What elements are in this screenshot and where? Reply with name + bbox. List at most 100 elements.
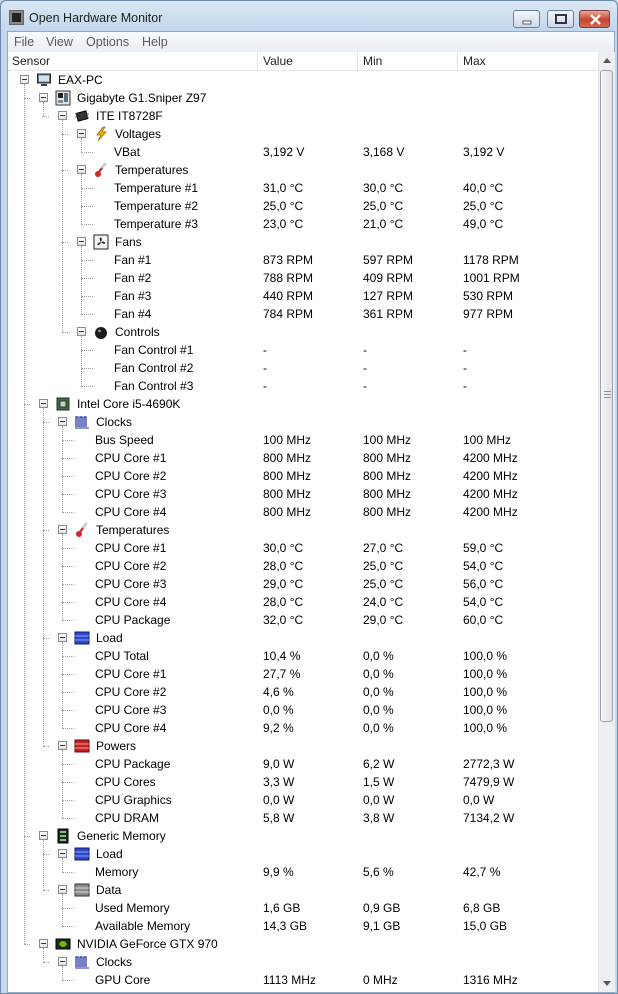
sensor-row[interactable]: CPU Core #3 800 MHz 800 MHz 4200 MHz xyxy=(8,485,598,503)
sensor-row[interactable]: CPU Core #4 800 MHz 800 MHz 4200 MHz xyxy=(8,503,598,521)
tree-node[interactable]: Clocks xyxy=(8,953,598,971)
collapse-toggle[interactable] xyxy=(39,93,48,102)
sensor-row[interactable]: CPU Core #1 27,7 % 0,0 % 100,0 % xyxy=(8,665,598,683)
sensor-value: 800 MHz xyxy=(263,469,312,483)
tree-node[interactable]: Load xyxy=(8,629,598,647)
sensor-row[interactable]: Temperature #2 25,0 °C 25,0 °C 25,0 °C xyxy=(8,197,598,215)
column-divider[interactable] xyxy=(457,52,458,70)
sensor-row[interactable]: Available Memory 14,3 GB 9,1 GB 15,0 GB xyxy=(8,917,598,935)
sensor-row[interactable]: Used Memory 1,6 GB 0,9 GB 6,8 GB xyxy=(8,899,598,917)
collapse-toggle[interactable] xyxy=(20,75,29,84)
sensor-row[interactable]: CPU Core #4 28,0 °C 24,0 °C 54,0 °C xyxy=(8,593,598,611)
collapse-toggle[interactable] xyxy=(77,129,86,138)
tree-node[interactable]: Temperatures xyxy=(8,161,598,179)
header-sensor[interactable]: Sensor xyxy=(12,54,50,68)
tree-node[interactable]: EAX-PC xyxy=(8,71,598,89)
collapse-toggle[interactable] xyxy=(58,417,67,426)
sensor-row[interactable]: VBat 3,192 V 3,168 V 3,192 V xyxy=(8,143,598,161)
sensor-value: 0,0 % xyxy=(263,703,294,717)
sensor-max: 49,0 °C xyxy=(463,217,504,231)
header-min[interactable]: Min xyxy=(363,54,382,68)
collapse-toggle[interactable] xyxy=(39,831,48,840)
menu-help[interactable]: Help xyxy=(142,35,168,49)
sensor-row[interactable]: CPU Package 9,0 W 6,2 W 2772,3 W xyxy=(8,755,598,773)
collapse-toggle[interactable] xyxy=(77,237,86,246)
tree-node[interactable]: Load xyxy=(8,845,598,863)
sensor-row[interactable]: CPU Core #1 30,0 °C 27,0 °C 59,0 °C xyxy=(8,539,598,557)
header-max[interactable]: Max xyxy=(463,54,486,68)
tree-node[interactable]: Data xyxy=(8,881,598,899)
sensor-row[interactable]: Temperature #1 31,0 °C 30,0 °C 40,0 °C xyxy=(8,179,598,197)
sensor-max: 54,0 °C xyxy=(463,595,504,609)
menu-file[interactable]: File xyxy=(14,35,34,49)
tree-node[interactable]: ITE IT8728F xyxy=(8,107,598,125)
tree-node[interactable]: Voltages xyxy=(8,125,598,143)
sensor-tree[interactable]: EAX-PC Gigabyte G1.Sniper Z97 ITE IT8728F V… xyxy=(8,71,598,992)
sensor-name: CPU Core #4 xyxy=(95,721,167,735)
scrollbar-thumb[interactable] xyxy=(600,70,613,722)
collapse-toggle[interactable] xyxy=(39,939,48,948)
sensor-row[interactable]: CPU Core #2 4,6 % 0,0 % 100,0 % xyxy=(8,683,598,701)
sensor-min: 800 MHz xyxy=(363,469,412,483)
sensor-row[interactable]: Fan #2 788 RPM 409 RPM 1001 RPM xyxy=(8,269,598,287)
tree-node[interactable]: Controls xyxy=(8,323,598,341)
sensor-row[interactable]: CPU Total 10,4 % 0,0 % 100,0 % xyxy=(8,647,598,665)
tree-node[interactable]: Clocks xyxy=(8,413,598,431)
collapse-toggle[interactable] xyxy=(58,957,67,966)
column-divider[interactable] xyxy=(357,52,358,70)
tree-node[interactable]: Gigabyte G1.Sniper Z97 xyxy=(8,89,598,107)
maximize-button[interactable] xyxy=(547,10,574,28)
sensor-row[interactable]: CPU Cores 3,3 W 1,5 W 7479,9 W xyxy=(8,773,598,791)
sensor-row[interactable]: CPU DRAM 5,8 W 3,8 W 7134,2 W xyxy=(8,809,598,827)
collapse-toggle[interactable] xyxy=(39,399,48,408)
tree-node[interactable]: Generic Memory xyxy=(8,827,598,845)
sensor-row[interactable]: CPU Core #1 800 MHz 800 MHz 4200 MHz xyxy=(8,449,598,467)
tree-node[interactable]: NVIDIA GeForce GTX 970 xyxy=(8,935,598,953)
sensor-value: 29,0 °C xyxy=(263,577,304,591)
column-divider[interactable] xyxy=(257,52,258,70)
minimize-button[interactable] xyxy=(513,10,540,28)
sensor-row[interactable]: CPU Graphics 0,0 W 0,0 W 0,0 W xyxy=(8,791,598,809)
collapse-toggle[interactable] xyxy=(58,885,67,894)
collapse-toggle[interactable] xyxy=(58,849,67,858)
collapse-toggle[interactable] xyxy=(77,327,86,336)
sensor-row[interactable]: GPU Core 1113 MHz 0 MHz 1316 MHz xyxy=(8,971,598,989)
collapse-toggle[interactable] xyxy=(58,525,67,534)
vertical-scrollbar[interactable] xyxy=(598,52,615,992)
sensor-row[interactable]: Fan Control #3 - - - xyxy=(8,377,598,395)
sensor-row[interactable]: CPU Core #4 9,2 % 0,0 % 100,0 % xyxy=(8,719,598,737)
sensor-row[interactable]: CPU Core #3 0,0 % 0,0 % 100,0 % xyxy=(8,701,598,719)
sensor-row[interactable]: CPU Core #2 28,0 °C 25,0 °C 54,0 °C xyxy=(8,557,598,575)
sensor-row[interactable]: Fan #4 784 RPM 361 RPM 977 RPM xyxy=(8,305,598,323)
sensor-min: 9,1 GB xyxy=(363,919,401,933)
sensor-row[interactable]: CPU Core #2 800 MHz 800 MHz 4200 MHz xyxy=(8,467,598,485)
tree-node[interactable]: Temperatures xyxy=(8,521,598,539)
sensor-name: Memory xyxy=(95,865,139,879)
sensor-row[interactable]: Fan Control #2 - - - xyxy=(8,359,598,377)
sensor-row[interactable]: Memory 9,9 % 5,6 % 42,7 % xyxy=(8,863,598,881)
collapse-toggle[interactable] xyxy=(58,633,67,642)
sensor-name: Clocks xyxy=(96,415,133,429)
title-bar[interactable]: Open Hardware Monitor xyxy=(1,1,617,31)
sensor-max: 7134,2 W xyxy=(463,811,515,825)
sensor-row[interactable]: Fan Control #1 - - - xyxy=(8,341,598,359)
tree-node[interactable]: Powers xyxy=(8,737,598,755)
collapse-toggle[interactable] xyxy=(58,741,67,750)
menu-options[interactable]: Options xyxy=(86,35,129,49)
scroll-up-button[interactable] xyxy=(599,52,615,69)
collapse-toggle[interactable] xyxy=(77,165,86,174)
tree-node[interactable]: Intel Core i5-4690K xyxy=(8,395,598,413)
collapse-toggle[interactable] xyxy=(58,111,67,120)
close-button[interactable] xyxy=(579,10,610,28)
sensor-row[interactable]: CPU Package 32,0 °C 29,0 °C 60,0 °C xyxy=(8,611,598,629)
sensor-row[interactable]: CPU Core #3 29,0 °C 25,0 °C 56,0 °C xyxy=(8,575,598,593)
sensor-row[interactable]: Fan #1 873 RPM 597 RPM 1178 RPM xyxy=(8,251,598,269)
sensor-row[interactable]: Fan #3 440 RPM 127 RPM 530 RPM xyxy=(8,287,598,305)
menu-view[interactable]: View xyxy=(46,35,73,49)
scroll-down-button[interactable] xyxy=(599,975,615,992)
sensor-name: Temperature #2 xyxy=(114,199,199,213)
sensor-row[interactable]: Temperature #3 23,0 °C 21,0 °C 49,0 °C xyxy=(8,215,598,233)
sensor-row[interactable]: Bus Speed 100 MHz 100 MHz 100 MHz xyxy=(8,431,598,449)
tree-node[interactable]: Fans xyxy=(8,233,598,251)
header-value[interactable]: Value xyxy=(263,54,293,68)
